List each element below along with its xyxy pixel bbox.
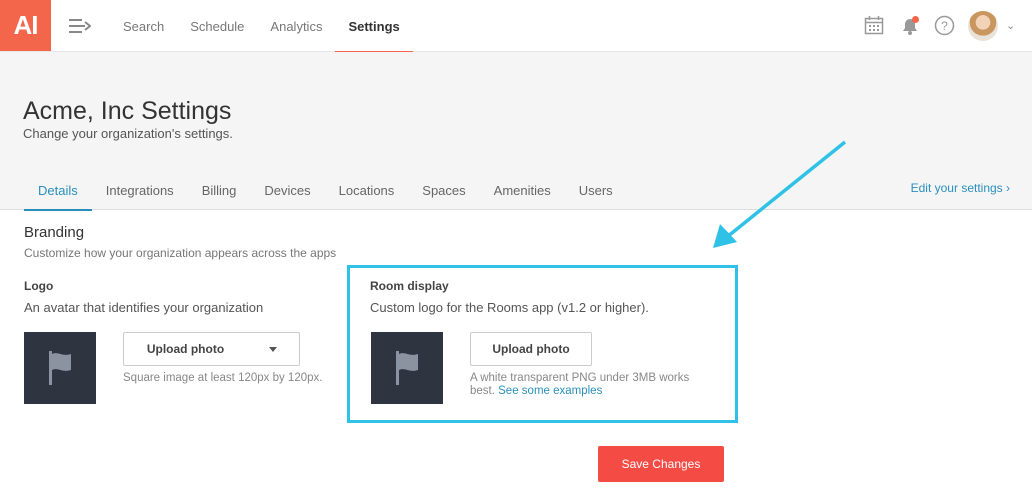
logo-preview <box>24 332 96 404</box>
logo-title: Logo <box>24 279 54 293</box>
see-examples-link[interactable]: See some examples <box>498 385 602 397</box>
menu-icon[interactable] <box>69 17 91 35</box>
branding-subtitle: Customize how your organization appears … <box>24 246 337 260</box>
tab-details[interactable]: Details <box>24 170 92 211</box>
settings-header: Acme, Inc Settings Change your organizat… <box>0 52 1032 211</box>
page-subtitle: Change your organization's settings. <box>23 126 233 141</box>
room-display-upload-button[interactable]: Upload photo <box>470 332 592 366</box>
svg-text:?: ? <box>941 19 948 33</box>
tab-spaces[interactable]: Spaces <box>408 170 479 210</box>
app-logo[interactable]: AI <box>0 0 51 51</box>
nav-item-analytics[interactable]: Analytics <box>257 0 335 52</box>
nav-item-search[interactable]: Search <box>110 0 177 52</box>
nav-item-settings[interactable]: Settings <box>335 0 414 53</box>
save-changes-button[interactable]: Save Changes <box>598 446 724 482</box>
room-display-description: Custom logo for the Rooms app (v1.2 or h… <box>370 300 649 315</box>
help-icon[interactable]: ? <box>934 15 955 36</box>
tab-billing[interactable]: Billing <box>188 170 251 210</box>
top-navbar: AI Search Schedule Analytics Settings ? … <box>0 0 1032 53</box>
room-display-hint-line1: A white transparent PNG under 3MB works <box>470 372 690 384</box>
tab-integrations[interactable]: Integrations <box>92 170 188 210</box>
tab-locations[interactable]: Locations <box>325 170 409 210</box>
avatar[interactable] <box>968 11 998 41</box>
nav-item-schedule[interactable]: Schedule <box>177 0 257 52</box>
room-display-title: Room display <box>370 279 449 293</box>
tab-amenities[interactable]: Amenities <box>480 170 565 210</box>
main-nav: Search Schedule Analytics Settings <box>110 0 414 53</box>
annotation-arrow <box>713 140 847 248</box>
settings-tabs: Details Integrations Billing Devices Loc… <box>24 170 627 211</box>
room-display-hint: A white transparent PNG under 3MB works … <box>470 372 730 398</box>
room-display-hint-line2: best. <box>470 385 495 397</box>
tab-users[interactable]: Users <box>565 170 627 210</box>
branding-title: Branding <box>24 224 85 241</box>
logo-upload-button[interactable]: Upload photo <box>123 332 248 366</box>
bell-icon[interactable] <box>899 15 921 37</box>
logo-hint: Square image at least 120px by 120px. <box>123 372 323 384</box>
flag-icon <box>49 351 71 385</box>
flag-icon <box>396 351 418 385</box>
logo-description: An avatar that identifies your organizat… <box>24 300 264 315</box>
edit-settings-link[interactable]: Edit your settings › <box>911 181 1010 195</box>
chevron-down-icon <box>269 346 277 352</box>
tab-devices[interactable]: Devices <box>250 170 324 210</box>
room-display-preview <box>371 332 443 404</box>
chevron-down-icon[interactable]: ⌄ <box>1006 19 1015 32</box>
logo-upload-dropdown[interactable] <box>247 332 300 366</box>
page-title: Acme, Inc Settings <box>23 97 232 125</box>
calendar-icon[interactable] <box>864 15 884 35</box>
